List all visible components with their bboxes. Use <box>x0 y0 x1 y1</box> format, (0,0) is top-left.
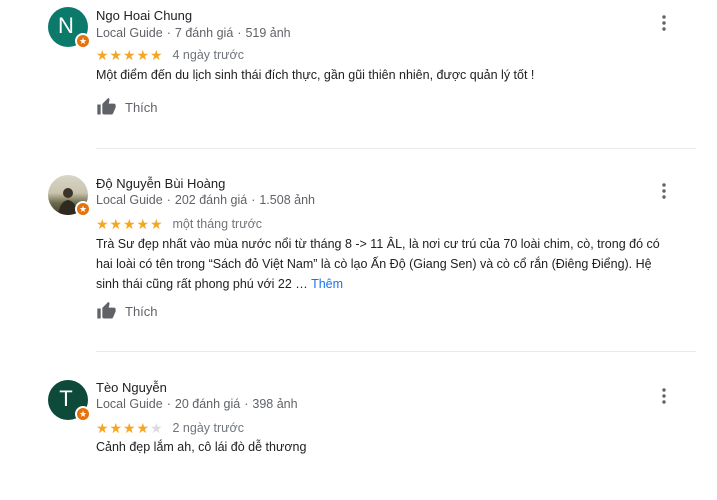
rating-row: ★ ★ ★ ★ ★ một tháng trước <box>96 217 262 231</box>
more-options-button[interactable] <box>656 181 672 201</box>
more-link[interactable]: Thêm <box>311 277 343 291</box>
star-icon: ★ <box>109 420 123 436</box>
more-vert-icon <box>662 15 666 31</box>
rating-row: ★ ★ ★ ★ ★ 2 ngày trước <box>96 421 244 435</box>
local-guide-badge-icon: ★ <box>75 33 91 49</box>
rating-row: ★ ★ ★ ★ ★ 4 ngày trước <box>96 48 244 62</box>
reviewer-name[interactable]: Độ Nguyễn Bùi Hoàng <box>96 176 225 191</box>
star-icon: ★ <box>123 216 136 232</box>
review-text-line: sinh thái cũng rất phong phú với 22 … Th… <box>96 274 696 294</box>
like-label: Thích <box>125 99 158 115</box>
thumb-up-icon <box>97 301 116 319</box>
star-icon: ★ <box>150 420 163 436</box>
local-guide-label: Local Guide <box>96 26 163 40</box>
more-vert-icon <box>662 183 666 199</box>
review-text-line: hai loài có tên trong “Sách đỏ Việt Nam”… <box>96 257 652 271</box>
star-icon: ★ <box>136 47 150 63</box>
photos-count: 1.508 ảnh <box>259 193 315 207</box>
review-date: 4 ngày trước <box>172 48 244 62</box>
star-icon: ★ <box>123 420 136 436</box>
avatar[interactable]: T ★ <box>48 380 91 422</box>
review-date: một tháng trước <box>172 217 263 231</box>
like-button[interactable]: Thích <box>96 301 158 321</box>
review-text: Một điểm đến du lịch sinh thái đích thực… <box>96 68 535 82</box>
avatar-letter: T <box>59 386 73 411</box>
reviewer-name[interactable]: Tèo Nguyễn <box>96 380 167 395</box>
divider <box>96 351 696 352</box>
star-rating: ★ ★ ★ ★ ★ <box>96 217 164 231</box>
local-guide-label: Local Guide <box>96 397 163 411</box>
photos-count: 398 ảnh <box>252 397 298 411</box>
more-vert-icon <box>662 388 666 404</box>
reviewer-name[interactable]: Ngo Hoai Chung <box>96 8 192 23</box>
thumb-up-icon <box>97 97 116 115</box>
star-icon: ★ <box>109 47 123 63</box>
star-icon: ★ <box>96 420 109 436</box>
reviewer-meta: Local Guide · 202 đánh giá · 1.508 ảnh <box>96 193 315 207</box>
review-text-line: Trà Sư đẹp nhất vào mùa nước nổi từ thán… <box>96 237 660 251</box>
review-text: Cảnh đẹp lắm ah, cô lái đò dễ thương <box>96 440 307 454</box>
more-options-button[interactable] <box>656 386 672 406</box>
star-icon: ★ <box>136 420 150 436</box>
star-icon: ★ <box>123 47 136 63</box>
star-icon: ★ <box>96 216 109 232</box>
local-guide-badge-icon: ★ <box>75 201 91 217</box>
star-icon: ★ <box>150 216 163 232</box>
star-rating: ★ ★ ★ ★ ★ <box>96 421 164 435</box>
avatar[interactable]: N ★ <box>48 7 91 49</box>
star-icon: ★ <box>96 47 109 63</box>
avatar[interactable]: ★ <box>48 175 91 217</box>
reviews-count: 20 đánh giá <box>174 397 241 411</box>
avatar-letter: N <box>58 13 74 38</box>
reviewer-meta: Local Guide · 20 đánh giá · 398 ảnh <box>96 397 298 411</box>
reviews-count: 202 đánh giá <box>174 193 248 207</box>
like-label: Thích <box>125 303 158 319</box>
reviewer-meta: Local Guide · 7 đánh giá · 519 ảnh <box>96 26 291 40</box>
star-icon: ★ <box>109 216 123 232</box>
star-icon: ★ <box>136 216 150 232</box>
like-button[interactable]: Thích <box>96 97 158 117</box>
review-text-line-content: sinh thái cũng rất phong phú với 22 … <box>96 277 308 291</box>
more-options-button[interactable] <box>656 13 672 33</box>
star-rating: ★ ★ ★ ★ ★ <box>96 48 164 62</box>
star-icon: ★ <box>150 47 163 63</box>
local-guide-label: Local Guide <box>96 193 163 207</box>
divider <box>96 148 696 149</box>
reviews-count: 7 đánh giá <box>174 26 234 40</box>
review-text: Trà Sư đẹp nhất vào mùa nước nổi từ thán… <box>96 234 696 294</box>
local-guide-badge-icon: ★ <box>75 406 91 422</box>
review-date: 2 ngày trước <box>172 421 244 435</box>
photos-count: 519 ảnh <box>245 26 291 40</box>
